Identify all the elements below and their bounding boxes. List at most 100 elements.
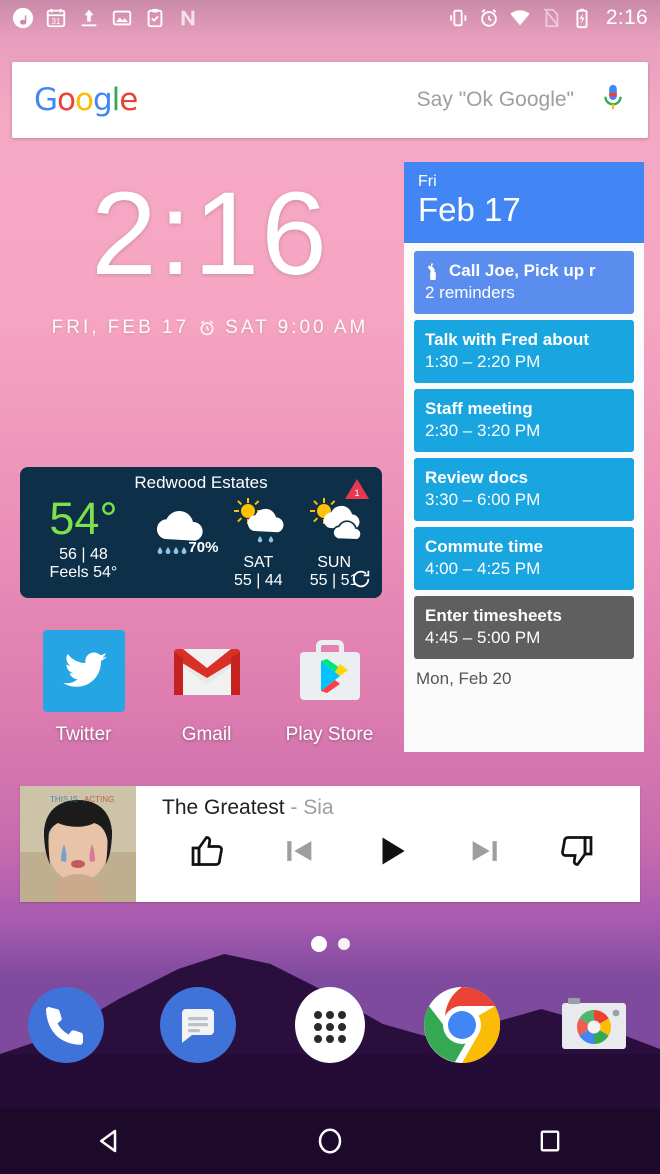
messages-icon[interactable] xyxy=(158,985,238,1065)
status-bar-notification-icons: 31 xyxy=(12,7,199,29)
navigation-bar xyxy=(0,1108,660,1174)
page-dot[interactable] xyxy=(337,938,350,950)
next-track-button[interactable] xyxy=(438,828,530,874)
calendar-header[interactable]: Fri Feb 17 xyxy=(404,162,644,244)
google-logo-letter: o xyxy=(57,82,76,118)
photo-icon xyxy=(112,10,132,26)
clock-widget[interactable]: 2:16 FRI, FEB 17 SAT 9:00 AM xyxy=(30,175,390,339)
reminder-finger-icon xyxy=(427,262,436,280)
google-logo-letter: o xyxy=(75,82,94,118)
calendar-event-subtitle: 2 reminders xyxy=(425,283,515,303)
nav-back-button[interactable] xyxy=(0,1126,220,1156)
clock-time: 2:16 xyxy=(91,168,329,300)
calendar-event-time: 2:30 – 3:20 PM xyxy=(425,421,541,441)
clock-date: FRI, FEB 17 xyxy=(51,317,190,338)
wifi-icon xyxy=(510,10,530,26)
app-shortcut-twitter[interactable]: Twitter xyxy=(22,630,145,746)
back-triangle-icon[interactable] xyxy=(95,1126,125,1156)
page-dot-active[interactable] xyxy=(310,936,327,952)
status-bar-system-icons: 2:16 xyxy=(447,6,648,30)
play-store-icon[interactable] xyxy=(289,630,371,712)
search-hint-text[interactable]: Say "Ok Google" xyxy=(417,88,600,112)
alarm-clock-icon xyxy=(200,320,214,336)
vibrate-icon xyxy=(450,9,467,27)
calendar-event[interactable]: Commute time 4:00 – 4:25 PM xyxy=(414,527,634,591)
thumbs-down-icon[interactable] xyxy=(558,833,594,869)
calendar-event-time: 4:00 – 4:25 PM xyxy=(425,559,541,579)
calendar-event-reminders[interactable]: Call Joe, Pick up r 2 reminders xyxy=(414,251,634,315)
upload-icon xyxy=(81,9,97,27)
google-logo[interactable]: Google xyxy=(34,82,138,118)
no-sim-icon xyxy=(543,8,559,28)
svg-text:THIS IS: THIS IS xyxy=(50,795,78,804)
nav-home-button[interactable] xyxy=(220,1126,440,1156)
music-info-and-controls: The Greatest - Sia xyxy=(136,786,640,902)
dock-item-app-drawer[interactable] xyxy=(264,985,396,1065)
thumbs-up-icon[interactable] xyxy=(190,833,226,869)
music-controls xyxy=(162,828,622,874)
weather-high-low: 56 | 48 xyxy=(59,546,108,564)
svg-text:ACTING: ACTING xyxy=(84,795,114,804)
home-circle-icon[interactable] xyxy=(315,1126,345,1156)
weather-alert-badge-icon[interactable]: 1 xyxy=(344,478,370,500)
previous-track-icon[interactable] xyxy=(283,834,317,868)
thumbs-down-button[interactable] xyxy=(530,828,622,874)
calendar-event-time: 4:45 – 5:00 PM xyxy=(425,628,541,648)
calendar-next-day-label: Mon, Feb 20 xyxy=(416,669,512,689)
clock-date-alarm-row: FRI, FEB 17 SAT 9:00 AM xyxy=(30,317,390,339)
battery-charging-icon xyxy=(576,8,588,29)
calendar-event[interactable]: Talk with Fred about 1:30 – 2:20 PM xyxy=(414,320,634,384)
calendar-event-title: Call Joe, Pick up r xyxy=(449,261,596,281)
phone-icon[interactable] xyxy=(26,985,106,1065)
clock-alarm-time: SAT 9:00 AM xyxy=(225,317,369,338)
music-player-widget[interactable]: THIS IS ACTING The Greatest - Sia xyxy=(20,786,640,902)
play-icon[interactable] xyxy=(373,832,411,870)
dock-item-camera[interactable] xyxy=(528,985,660,1065)
weather-rain-block: 70% xyxy=(137,495,221,590)
play-button[interactable] xyxy=(346,828,438,874)
weather-feels-like: Feels 54° xyxy=(49,564,118,582)
music-artist: Sia xyxy=(303,796,334,819)
svg-text:31: 31 xyxy=(52,17,61,26)
status-bar: 31 2:16 xyxy=(0,0,660,36)
chrome-icon[interactable] xyxy=(422,985,502,1065)
weather-rain-chance: 70% xyxy=(188,539,219,556)
calendar-event-title: Review docs xyxy=(425,468,528,488)
calendar-event[interactable]: Enter timesheets 4:45 – 5:00 PM xyxy=(414,596,634,660)
dock-item-phone[interactable] xyxy=(0,985,132,1065)
camera-icon[interactable] xyxy=(554,985,634,1065)
refresh-icon[interactable] xyxy=(350,568,372,590)
google-logo-letter: e xyxy=(119,82,138,118)
weather-current: 54° 56 | 48 Feels 54° xyxy=(30,495,137,590)
calendar-event[interactable]: Review docs 3:30 – 6:00 PM xyxy=(414,458,634,522)
alarm-icon xyxy=(481,9,497,27)
weather-widget[interactable]: Redwood Estates 1 54° 56 | 48 Feels 54° … xyxy=(20,467,382,598)
calendar-event-title: Commute time xyxy=(425,537,544,557)
dock-item-messages[interactable] xyxy=(132,985,264,1065)
calendar-widget[interactable]: Fri Feb 17 Call Joe, Pick up r 2 reminde… xyxy=(404,162,644,752)
calendar-event[interactable]: Staff meeting 2:30 – 3:20 PM xyxy=(414,389,634,453)
album-art[interactable]: THIS IS ACTING xyxy=(20,786,136,902)
dock-item-chrome[interactable] xyxy=(396,985,528,1065)
calendar-31-icon: 31 xyxy=(46,8,66,28)
weather-day-temps: 55 | 44 xyxy=(234,572,283,589)
twitter-icon[interactable] xyxy=(42,630,125,712)
nav-recents-button[interactable] xyxy=(440,1127,660,1155)
app-label: Play Store xyxy=(285,724,374,745)
app-shortcut-play-store[interactable]: Play Store xyxy=(268,630,391,746)
sun-rain-icon xyxy=(234,498,284,543)
gmail-icon[interactable] xyxy=(166,630,248,712)
app-drawer-icon[interactable] xyxy=(290,985,370,1065)
sun-cloud-icon xyxy=(310,498,362,541)
thumbs-up-button[interactable] xyxy=(162,828,254,874)
weather-forecast-day: SAT 55 | 44 xyxy=(220,495,296,590)
google-search-bar[interactable]: Google Say "Ok Google" xyxy=(12,62,648,138)
previous-track-button[interactable] xyxy=(254,828,346,874)
recents-square-icon[interactable] xyxy=(536,1127,564,1155)
calendar-event-title: Staff meeting xyxy=(425,399,533,419)
microphone-icon[interactable] xyxy=(600,82,626,118)
app-shortcut-gmail[interactable]: Gmail xyxy=(145,630,268,746)
next-track-icon[interactable] xyxy=(467,834,501,868)
music-separator: - xyxy=(284,796,304,819)
music-track-line: The Greatest - Sia xyxy=(162,796,622,820)
